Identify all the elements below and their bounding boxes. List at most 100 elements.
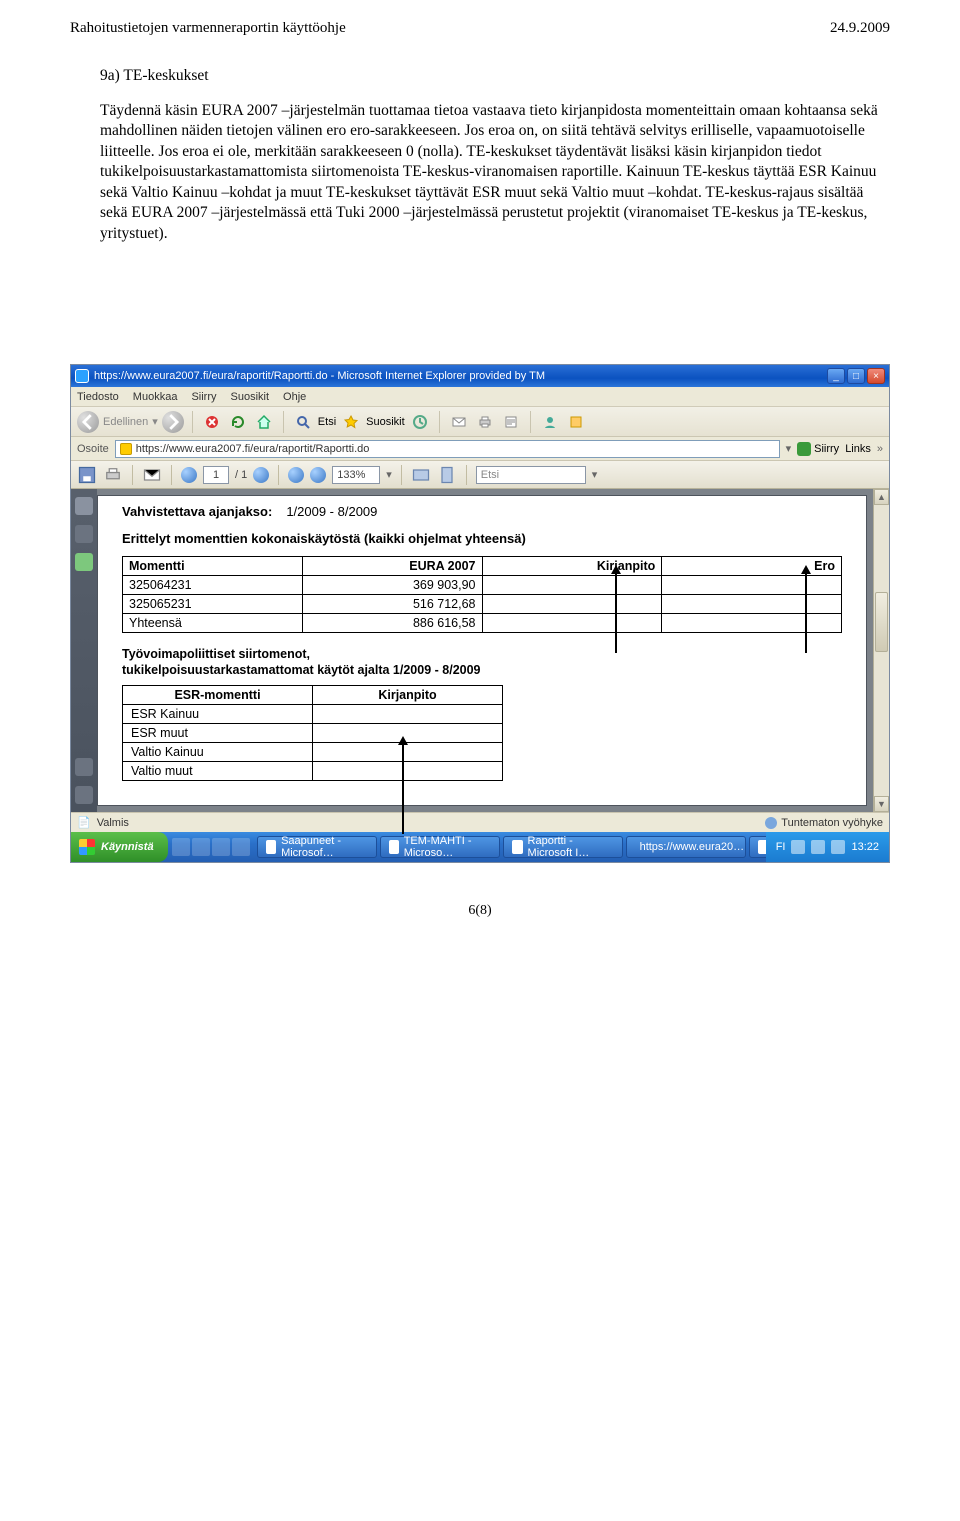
doc-header-left: Rahoitustietojen varmenneraportin käyttö… (70, 20, 346, 37)
pdf-mail-icon[interactable] (142, 465, 162, 485)
scroll-down-icon[interactable]: ▼ (874, 796, 889, 812)
address-url: https://www.eura2007.fi/eura/raportit/Ra… (136, 443, 370, 455)
arrow-line (402, 744, 404, 834)
lang-indicator[interactable]: FI (776, 841, 786, 853)
forward-button[interactable] (162, 411, 184, 433)
menu-help[interactable]: Ohje (283, 391, 306, 403)
back-button[interactable] (77, 411, 99, 433)
go-icon (797, 442, 811, 456)
quick-launch (168, 838, 254, 856)
pdf-fit-width-icon[interactable] (411, 465, 431, 485)
task-button[interactable]: https://www.eura20… (626, 836, 746, 858)
pdf-sidetab-comments-icon[interactable] (75, 786, 93, 804)
maximize-button[interactable]: □ (847, 368, 865, 384)
print-icon[interactable] (474, 411, 496, 433)
task-label: Saapuneet - Microsof… (281, 836, 368, 858)
search-label: Etsi (318, 416, 336, 428)
cell (482, 576, 662, 595)
ie-logo-icon (75, 369, 89, 383)
ql-icon[interactable] (232, 838, 250, 856)
ql-icon[interactable] (212, 838, 230, 856)
close-button[interactable]: × (867, 368, 885, 384)
address-input[interactable]: https://www.eura2007.fi/eura/raportit/Ra… (115, 440, 780, 458)
stop-icon[interactable] (201, 411, 223, 433)
menu-edit[interactable]: Muokkaa (133, 391, 178, 403)
task-button[interactable]: S36SEURA 2007 -irje… (749, 836, 766, 858)
table-heading: Erittelyt momenttien kokonaiskäytöstä (k… (122, 531, 842, 546)
pdf-save-icon[interactable] (77, 465, 97, 485)
doc-header-right: 24.9.2009 (830, 20, 890, 37)
cell (313, 762, 503, 781)
table-row: 325064231 369 903,90 (123, 576, 842, 595)
col-momentti: Momentti (123, 557, 303, 576)
arrow-line (805, 573, 807, 653)
task-label: https://www.eura20… (640, 841, 745, 853)
scroll-thumb[interactable] (875, 592, 888, 652)
cell: Valtio muut (123, 762, 313, 781)
tray-icon[interactable] (831, 840, 845, 854)
cell: ESR Kainuu (123, 705, 313, 724)
go-button[interactable]: Siirry (797, 442, 839, 456)
back-label: Edellinen (103, 416, 148, 428)
start-button[interactable]: Käynnistä (71, 832, 168, 862)
status-done: Valmis (97, 817, 129, 829)
pdf-prev-page-icon[interactable] (181, 467, 197, 483)
menu-go[interactable]: Siirry (191, 391, 216, 403)
ql-icon[interactable] (192, 838, 210, 856)
messenger-icon[interactable] (539, 411, 561, 433)
task-button[interactable]: Saapuneet - Microsof… (257, 836, 377, 858)
pdf-zoom-input[interactable]: 133% (332, 466, 380, 484)
pdf-body: Vahvistettava ajanjakso: 1/2009 - 8/2009… (71, 489, 889, 812)
tray-icon[interactable] (811, 840, 825, 854)
taskbar: Käynnistä Saapuneet - Microsof… TEM-MAHT… (71, 832, 889, 862)
pdf-sidetab-bookmarks-icon[interactable] (75, 525, 93, 543)
pdf-zoom-in-icon[interactable] (310, 467, 326, 483)
task-button[interactable]: Raportti - Microsoft I… (503, 836, 623, 858)
pdf-zoom-out-icon[interactable] (288, 467, 304, 483)
ql-icon[interactable] (172, 838, 190, 856)
cell: Yhteensä (123, 614, 303, 633)
history-icon[interactable] (409, 411, 431, 433)
refresh-icon[interactable] (227, 411, 249, 433)
table-row: Yhteensä 886 616,58 (123, 614, 842, 633)
table-row: Valtio Kainuu (123, 743, 503, 762)
cell: 886 616,58 (302, 614, 482, 633)
pdf-next-page-icon[interactable] (253, 467, 269, 483)
cell: 369 903,90 (302, 576, 482, 595)
edit-icon[interactable] (500, 411, 522, 433)
cell (662, 576, 842, 595)
task-icon (758, 840, 766, 854)
pdf-print-icon[interactable] (103, 465, 123, 485)
pdf-search-input[interactable]: Etsi (476, 466, 586, 484)
minimize-button[interactable]: _ (827, 368, 845, 384)
clock: 13:22 (851, 841, 879, 853)
col-ero: Ero (662, 557, 842, 576)
cell (313, 705, 503, 724)
scrollbar[interactable]: ▲ ▼ (873, 489, 889, 812)
menu-file[interactable]: Tiedosto (77, 391, 119, 403)
globe-icon (765, 817, 777, 829)
research-icon[interactable] (565, 411, 587, 433)
task-label: Raportti - Microsoft I… (528, 836, 614, 858)
mail-icon[interactable] (448, 411, 470, 433)
links-label[interactable]: Links (845, 443, 871, 455)
tray-icon[interactable] (791, 840, 805, 854)
menu-favorites[interactable]: Suosikit (231, 391, 270, 403)
task-icon (512, 840, 523, 854)
ie-address-bar: Osoite https://www.eura2007.fi/eura/rapo… (71, 437, 889, 461)
page-number: 6(8) (70, 903, 890, 919)
home-icon[interactable] (253, 411, 275, 433)
search-icon[interactable] (292, 411, 314, 433)
pdf-sidetab-signatures-icon[interactable] (75, 553, 93, 571)
pdf-sidetab-pages-icon[interactable] (75, 497, 93, 515)
task-button[interactable]: TEM-MAHTI - Microso… (380, 836, 500, 858)
favorites-icon[interactable] (340, 411, 362, 433)
cell: 325064231 (123, 576, 303, 595)
pdf-sidetab-attachments-icon[interactable] (75, 758, 93, 776)
pdf-page-input[interactable]: 1 (203, 466, 229, 484)
scroll-up-icon[interactable]: ▲ (874, 489, 889, 505)
pdf-fit-page-icon[interactable] (437, 465, 457, 485)
esr-table: ESR-momentti Kirjanpito ESR Kainuu ESR m… (122, 685, 503, 781)
cell: ESR muut (123, 724, 313, 743)
esr-col-kirjanpito: Kirjanpito (313, 686, 503, 705)
